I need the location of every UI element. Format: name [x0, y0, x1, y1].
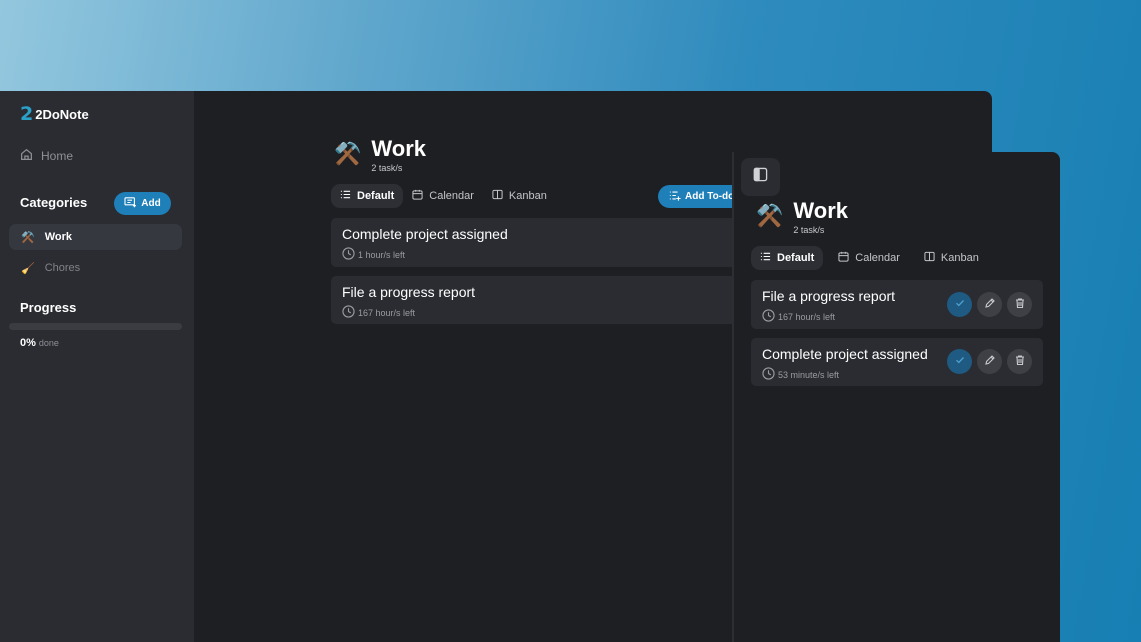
tab-label: Calendar: [855, 252, 900, 264]
check-icon: [954, 353, 966, 371]
tab-label: Kanban: [508, 190, 547, 202]
tab-calendar[interactable]: Calendar: [403, 184, 483, 208]
task-name: File a progress report: [342, 284, 476, 300]
category-emoji-icon: ⚒️: [334, 141, 362, 166]
task-name: Complete project assigned: [342, 226, 508, 242]
tab-label: Default: [357, 190, 395, 202]
calendar-icon: [412, 189, 423, 203]
tab-label: Calendar: [429, 190, 474, 202]
category-emoji-icon: ⚒️: [756, 203, 784, 228]
pencil-icon: [984, 353, 996, 371]
task-card[interactable]: Complete project assigned 53 minute/s le…: [751, 338, 1043, 386]
clock-icon: [762, 309, 775, 324]
add-category-button[interactable]: Add: [114, 192, 171, 215]
tab-calendar[interactable]: Calendar: [823, 246, 909, 270]
view-tabs: Default Calendar Kanban: [331, 184, 556, 208]
pencil-icon: [984, 296, 996, 314]
progress-suffix: done: [38, 338, 59, 348]
task-time-label: 53 minute/s left: [778, 369, 840, 380]
edit-button[interactable]: [977, 292, 1002, 317]
sidebar-toggle-icon: [753, 167, 768, 187]
list-icon: [760, 251, 771, 265]
delete-button[interactable]: [1007, 349, 1032, 374]
progress-heading: Progress: [20, 300, 77, 315]
task-time-label: 167 hour/s left: [358, 307, 416, 318]
task-time: 167 hour/s left: [762, 309, 835, 324]
category-header: ⚒️ Work 2 task/s: [756, 198, 849, 236]
page-title: Work: [371, 136, 427, 161]
app-logo[interactable]: 2 2DoNote: [20, 105, 89, 124]
calendar-icon: [838, 251, 849, 265]
view-tabs: Default Calendar Kanban: [751, 246, 988, 270]
clock-icon: [762, 367, 775, 382]
sidebar-item-label: Chores: [44, 262, 81, 274]
sidebar-item-work[interactable]: ⚒️ Work: [9, 224, 182, 250]
check-icon: [954, 296, 966, 314]
tab-kanban[interactable]: Kanban: [909, 246, 988, 270]
sidebar: 2 2DoNote Home Categories Add ⚒️ Work 🧹 …: [0, 91, 194, 642]
sidebar-item-chores[interactable]: 🧹 Chores: [9, 255, 182, 281]
tab-label: Kanban: [940, 252, 979, 264]
tab-kanban[interactable]: Kanban: [483, 184, 556, 208]
columns-icon: [492, 189, 503, 203]
trash-icon: [1014, 296, 1026, 314]
sidebar-item-label: Work: [44, 231, 73, 243]
app-name: 2DoNote: [35, 107, 89, 122]
edit-button[interactable]: [977, 349, 1002, 374]
task-time: 167 hour/s left: [342, 305, 415, 320]
category-header: ⚒️ Work 2 task/s: [334, 136, 427, 174]
clock-icon: [342, 247, 355, 262]
progress-text: 0% done: [20, 337, 59, 349]
task-card[interactable]: File a progress report 167 hour/s left: [331, 276, 751, 324]
narrow-window: ⚒️ Work 2 task/s Default Calendar Kanban…: [732, 152, 1060, 642]
progress-percent: 0%: [20, 337, 36, 349]
task-card[interactable]: File a progress report 167 hour/s left: [751, 280, 1043, 329]
task-time-label: 1 hour/s left: [358, 249, 406, 260]
categories-heading: Categories: [20, 195, 88, 210]
task-card[interactable]: Complete project assigned 1 hour/s left: [331, 218, 751, 267]
complete-button[interactable]: [947, 349, 972, 374]
task-time: 53 minute/s left: [762, 367, 839, 382]
logo-mark: 2: [20, 103, 34, 125]
task-count: 2 task/s: [371, 163, 403, 174]
complete-button[interactable]: [947, 292, 972, 317]
progress-bar: [9, 323, 182, 330]
add-list-icon: [669, 190, 681, 204]
sidebar-item-label: Home: [41, 149, 74, 163]
broom-icon: 🧹: [21, 262, 35, 275]
list-icon: [340, 189, 351, 203]
home-icon: [20, 148, 33, 164]
task-name: File a progress report: [762, 288, 896, 304]
task-count: 2 task/s: [793, 225, 825, 236]
sidebar-item-home[interactable]: Home: [20, 148, 73, 164]
add-category-label: Add: [141, 198, 161, 209]
page-title: Work: [793, 198, 849, 223]
hammer-pick-icon: ⚒️: [21, 231, 35, 244]
add-list-icon: [124, 196, 137, 211]
tab-label: Default: [777, 252, 815, 264]
tab-default[interactable]: Default: [331, 184, 404, 208]
task-time-label: 167 hour/s left: [778, 311, 836, 322]
delete-button[interactable]: [1007, 292, 1032, 317]
trash-icon: [1014, 353, 1026, 371]
task-time: 1 hour/s left: [342, 247, 405, 262]
task-name: Complete project assigned: [762, 346, 928, 362]
clock-icon: [342, 305, 355, 320]
sidebar-toggle-button[interactable]: [741, 158, 780, 196]
add-todo-label: Add To-do: [685, 191, 735, 202]
columns-icon: [924, 251, 935, 265]
tab-default[interactable]: Default: [751, 246, 824, 270]
